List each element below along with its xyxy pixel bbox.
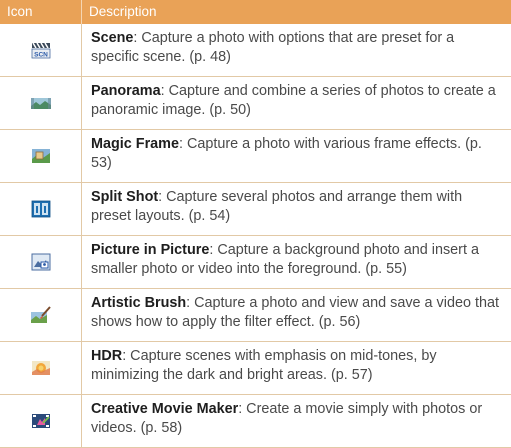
picture-in-picture-icon [31,253,50,271]
row-text: : Capture scenes with emphasis on mid-to… [91,348,437,383]
creative-movie-maker-icon [31,414,50,428]
hdr-icon [31,361,50,375]
table-row: HDR: Capture scenes with emphasis on mid… [0,342,511,395]
row-title: Split Shot [91,189,159,205]
row-description: Scene: Capture a photo with options that… [81,24,511,76]
table-row: Creative Movie Maker: Create a movie sim… [0,395,511,448]
scene-icon: SCN [31,42,50,59]
panorama-icon [30,98,51,109]
row-title: HDR [91,348,123,364]
row-title: Scene [91,30,134,46]
row-title: Creative Movie Maker [91,401,239,417]
header-icon-column: Icon [7,4,33,19]
table-header: Icon Description [0,0,511,24]
row-description: Panorama: Capture and combine a series o… [81,77,511,129]
split-shot-icon [31,200,50,218]
row-description: Artistic Brush: Capture a photo and view… [81,289,511,341]
svg-text:SCN: SCN [34,52,48,59]
header-description-column: Description [81,0,511,24]
row-title: Artistic Brush [91,295,187,311]
magic-frame-icon [31,149,50,163]
row-description: Magic Frame: Capture a photo with variou… [81,130,511,182]
table-row: Picture in Picture: Capture a background… [0,236,511,289]
table-row: Panorama: Capture and combine a series o… [0,77,511,130]
row-title: Magic Frame [91,136,179,152]
row-text: : Capture a photo with options that are … [91,30,455,65]
artistic-brush-icon [30,306,51,323]
table-row: Artistic Brush: Capture a photo and view… [0,289,511,342]
row-description: Creative Movie Maker: Create a movie sim… [81,395,511,447]
row-description: Picture in Picture: Capture a background… [81,236,511,288]
row-description: HDR: Capture scenes with emphasis on mid… [81,342,511,394]
mode-table: Icon Description SCN Scene: Capture a ph… [0,0,511,448]
table-row: SCN Scene: Capture a photo with options … [0,24,511,77]
row-description: Split Shot: Capture several photos and a… [81,183,511,235]
table-row: Split Shot: Capture several photos and a… [0,183,511,236]
row-title: Panorama [91,83,161,99]
row-title: Picture in Picture [91,242,210,258]
table-row: Magic Frame: Capture a photo with variou… [0,130,511,183]
